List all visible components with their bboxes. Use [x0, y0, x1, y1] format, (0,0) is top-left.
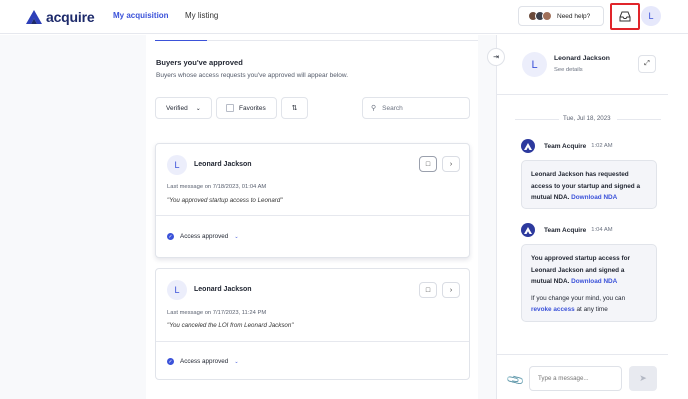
favorites-filter[interactable]: Favorites [216, 97, 277, 119]
search-input[interactable]: Search [382, 105, 403, 112]
contact-avatar: L [522, 52, 547, 77]
chevron-down-icon: ⌄ [234, 358, 239, 365]
buyer-avatar: L [167, 280, 187, 300]
date-label: Tue, Jul 18, 2023 [563, 115, 611, 122]
revoke-note-text: If you change your mind, you can [531, 294, 626, 302]
chat-input-divider [496, 354, 668, 355]
date-divider-left [515, 119, 559, 120]
verified-dropdown[interactable]: Verified ⌄ [155, 97, 212, 119]
collapse-panel-button[interactable]: ⇥ [487, 48, 505, 66]
search-icon: ⚲ [371, 105, 377, 112]
access-status-label: Access approved [180, 233, 229, 240]
message-sender: Team Acquire [544, 226, 587, 234]
buyer-card[interactable]: L Leonard Jackson □ › Last message on 7/… [155, 268, 470, 380]
user-avatar[interactable]: L [641, 6, 661, 26]
see-details-link[interactable]: See details [554, 67, 583, 73]
last-message-date: Last message on 7/18/2023, 01:04 AM [167, 184, 267, 190]
inbox-button[interactable] [610, 3, 640, 30]
buyer-name: Leonard Jackson [194, 161, 252, 168]
left-gutter [0, 35, 146, 399]
revoke-note-suffix: at any time [576, 306, 608, 313]
support-avatar [542, 11, 552, 21]
section-title: Buyers you've approved [156, 58, 243, 67]
chevron-right-icon: › [449, 160, 453, 168]
collapse-right-icon: ⇥ [493, 54, 499, 61]
chat-bubble-icon: □ [425, 160, 431, 168]
search-box[interactable]: ⚲ Search [362, 97, 470, 119]
chat-panel [496, 35, 668, 399]
top-header: acquire My acquisition My listing Need h… [0, 0, 688, 34]
nav-my-listing[interactable]: My listing [185, 11, 218, 20]
message-header: Team Acquire 1:02 AM [521, 139, 613, 153]
logo-text: acquire [46, 9, 95, 25]
active-tab-indicator [155, 40, 207, 41]
date-divider-right [617, 119, 661, 120]
section-subtitle: Buyers whose access requests you've appr… [156, 72, 349, 79]
buyer-card[interactable]: L Leonard Jackson □ › Last message on 7/… [155, 143, 470, 258]
support-avatars [528, 11, 552, 21]
sort-icon: ⇅ [291, 105, 298, 112]
tabs-divider [207, 40, 478, 41]
chevron-down-icon: ⌄ [195, 105, 201, 112]
chat-bubble-icon: □ [425, 286, 431, 294]
message-time: 1:02 AM [591, 143, 613, 149]
contact-name: Leonard Jackson [554, 55, 610, 62]
message-time: 1:04 AM [591, 227, 613, 233]
buyer-avatar: L [167, 155, 187, 175]
chevron-down-icon: ⌄ [234, 233, 239, 240]
revoke-access-link[interactable]: revoke access [531, 306, 575, 313]
check-icon: ✓ [167, 358, 174, 365]
sort-button[interactable]: ⇅ [281, 97, 308, 119]
verified-label: Verified [166, 104, 188, 112]
revoke-note: If you change your mind, you can revoke … [531, 293, 647, 316]
send-icon: ➤ [639, 373, 647, 383]
acquire-logo[interactable]: acquire [26, 9, 95, 25]
acquire-logo-icon [26, 10, 42, 24]
chat-header-divider [496, 94, 668, 95]
inbox-icon [619, 11, 631, 22]
access-status[interactable]: ✓ Access approved ⌄ [167, 233, 239, 240]
last-message-text: "You approved startup access to Leonard" [167, 197, 283, 204]
send-button[interactable]: ➤ [629, 366, 657, 391]
access-status-label: Access approved [180, 358, 229, 365]
favorites-label: Favorites [239, 104, 266, 112]
open-button[interactable]: › [442, 282, 460, 298]
buyer-name: Leonard Jackson [194, 286, 252, 293]
access-status[interactable]: ✓ Access approved ⌄ [167, 358, 239, 365]
acquire-avatar-icon [521, 139, 535, 153]
last-message-text: "You canceled the LOI from Leonard Jacks… [167, 322, 294, 329]
download-nda-link[interactable]: Download NDA [571, 278, 617, 285]
download-nda-link[interactable]: Download NDA [571, 194, 617, 201]
last-message-date: Last message on 7/17/2023, 11:24 PM [167, 310, 267, 316]
need-help-button[interactable]: Need help? [518, 6, 604, 26]
need-help-label: Need help? [557, 12, 591, 20]
chat-button[interactable]: □ [419, 156, 437, 172]
message-bubble: You approved startup access for Leonard … [521, 244, 657, 322]
expand-button[interactable]: ⤢ [638, 55, 656, 73]
card-divider [156, 215, 469, 216]
card-divider [156, 341, 469, 342]
open-button[interactable]: › [442, 156, 460, 172]
favorites-checkbox[interactable] [226, 104, 234, 112]
message-sender: Team Acquire [544, 142, 587, 150]
message-header: Team Acquire 1:04 AM [521, 223, 613, 237]
acquire-avatar-icon [521, 223, 535, 237]
chat-button[interactable]: □ [419, 282, 437, 298]
expand-icon: ⤢ [644, 60, 650, 67]
scrollbar-track[interactable] [670, 35, 688, 399]
nav-my-acquisition[interactable]: My acquisition [113, 11, 169, 20]
message-input[interactable] [529, 366, 622, 391]
check-icon: ✓ [167, 233, 174, 240]
panel-gutter [478, 35, 496, 399]
message-bubble: Leonard Jackson has requested access to … [521, 160, 657, 209]
chevron-right-icon: › [449, 286, 453, 294]
